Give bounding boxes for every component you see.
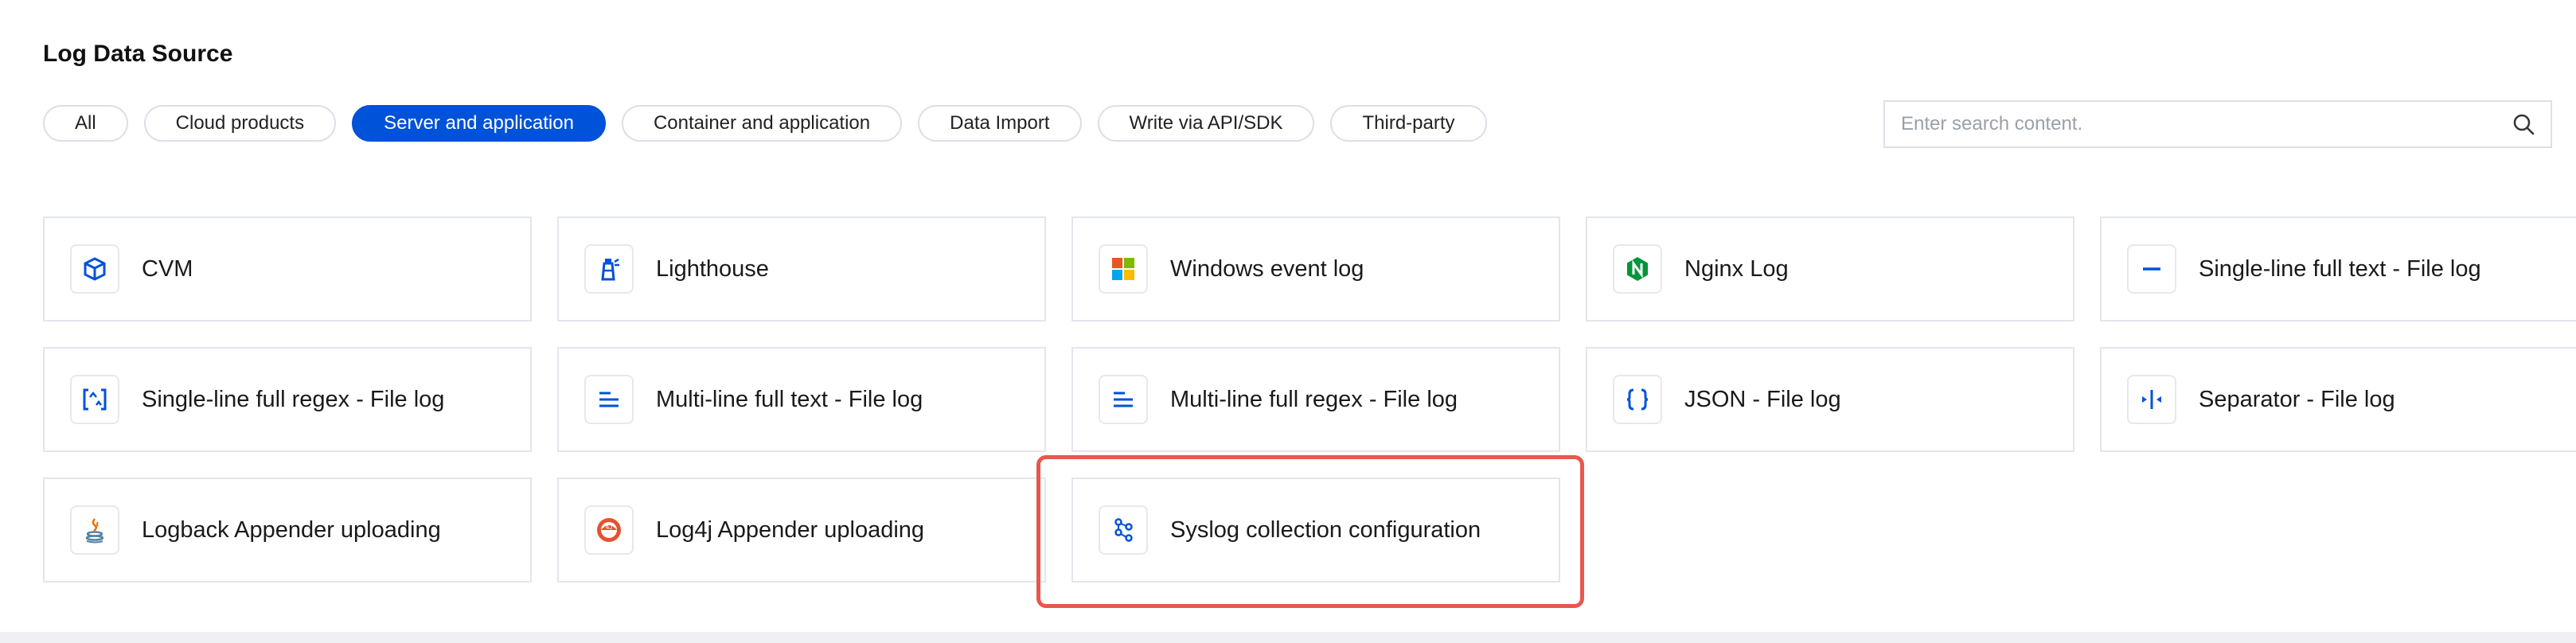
syslog-icon — [1099, 505, 1148, 555]
footer-bar — [0, 632, 2576, 643]
multi-line-regex-icon — [1099, 375, 1148, 424]
card-label: Multi-line full regex - File log — [1170, 386, 1458, 412]
tab-cloud-products[interactable]: Cloud products — [143, 105, 337, 142]
card-label: Lighthouse — [656, 255, 769, 282]
card-label: Syslog collection configuration — [1170, 516, 1481, 543]
card-multi-line-full-regex[interactable]: Multi-line full regex - File log — [1071, 347, 1560, 452]
cvm-icon — [70, 244, 119, 294]
card-cvm[interactable]: CVM — [43, 216, 532, 322]
card-label: Log4j Appender uploading — [656, 516, 925, 543]
single-line-icon — [2127, 244, 2176, 294]
card-json-file-log[interactable]: JSON - File log — [1586, 347, 2074, 452]
separator-icon — [2127, 375, 2176, 424]
search-icon[interactable] — [2508, 108, 2539, 140]
log4j-icon: 4J — [584, 505, 634, 555]
card-logback-appender[interactable]: Logback Appender uploading — [43, 477, 532, 583]
search-input[interactable] — [1885, 102, 2508, 146]
card-label: Single-line full regex - File log — [142, 386, 445, 412]
card-windows-event-log[interactable]: Windows event log — [1071, 216, 1560, 322]
card-syslog-collection-configuration[interactable]: Syslog collection configuration — [1071, 477, 1560, 583]
card-log4j-appender[interactable]: 4J Log4j Appender uploading — [557, 477, 1046, 583]
java-icon — [70, 505, 119, 555]
card-lighthouse[interactable]: Lighthouse — [557, 216, 1046, 322]
card-single-line-full-text[interactable]: Single-line full text - File log — [2100, 216, 2576, 322]
tab-server-and-application[interactable]: Server and application — [352, 105, 606, 142]
card-single-line-full-regex[interactable]: Single-line full regex - File log — [43, 347, 532, 452]
tab-write-via-api-sdk[interactable]: Write via API/SDK — [1097, 105, 1315, 142]
tab-container-and-application[interactable]: Container and application — [621, 105, 903, 142]
nginx-icon — [1613, 244, 1662, 294]
card-multi-line-full-text[interactable]: Multi-line full text - File log — [557, 347, 1046, 452]
tab-third-party[interactable]: Third-party — [1330, 105, 1487, 142]
card-label: Logback Appender uploading — [142, 516, 441, 543]
regex-icon — [70, 375, 119, 424]
search-box — [1883, 100, 2552, 148]
page-title: Log Data Source — [43, 41, 233, 67]
multi-line-icon — [584, 375, 634, 424]
windows-icon — [1099, 244, 1148, 294]
card-label: CVM — [142, 255, 193, 282]
card-label: Single-line full text - File log — [2199, 255, 2481, 282]
lighthouse-icon — [584, 244, 634, 294]
card-label: Windows event log — [1170, 255, 1364, 282]
tab-all[interactable]: All — [43, 105, 128, 142]
svg-text:4J: 4J — [606, 524, 612, 531]
data-source-grid: CVM Lighthouse Windows event log Nginx L… — [43, 216, 2576, 583]
card-label: Nginx Log — [1684, 255, 1789, 282]
category-tabs: All Cloud products Server and applicatio… — [43, 105, 1487, 142]
card-label: Separator - File log — [2199, 386, 2395, 412]
card-nginx-log[interactable]: Nginx Log — [1586, 216, 2074, 322]
card-label: JSON - File log — [1684, 386, 1841, 412]
tab-data-import[interactable]: Data Import — [918, 105, 1082, 142]
card-label: Multi-line full text - File log — [656, 386, 923, 412]
json-icon — [1613, 375, 1662, 424]
card-separator-file-log[interactable]: Separator - File log — [2100, 347, 2576, 452]
